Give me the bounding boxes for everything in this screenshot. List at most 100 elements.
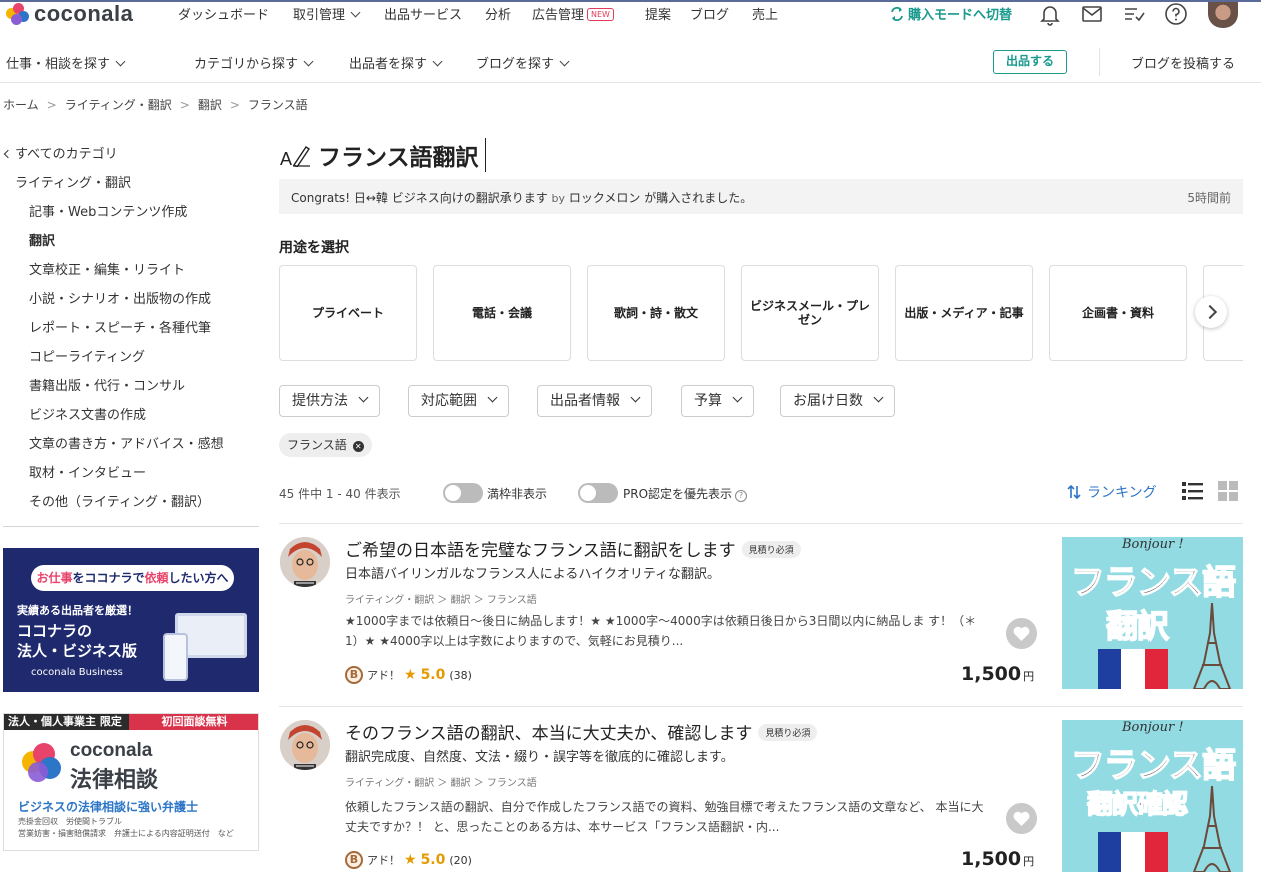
- carousel-next-button[interactable]: [1195, 296, 1227, 328]
- sidebar-item-web-content[interactable]: 記事・Webコンテンツ作成: [29, 201, 224, 230]
- pro-priority-toggle[interactable]: [578, 483, 618, 503]
- sidebar-item-report[interactable]: レポート・スピーチ・各種代筆: [29, 317, 224, 346]
- rank-badge: B: [345, 666, 363, 684]
- sidebar-item-interview[interactable]: 取材・インタビュー: [29, 462, 224, 491]
- nav-dashboard[interactable]: ダッシュボード: [178, 4, 269, 23]
- listing-title[interactable]: そのフランス語の翻訳、本当に大丈夫か、確認します 見積り必須: [345, 719, 818, 744]
- nav-sales[interactable]: 売上: [752, 4, 778, 23]
- nav-transactions-label: 取引管理: [293, 8, 346, 23]
- chevron-down-icon: [432, 56, 443, 67]
- hide-full-toggle[interactable]: [443, 483, 483, 503]
- eiffel-tower-icon: [1192, 603, 1232, 689]
- seller-avatar[interactable]: [280, 720, 330, 770]
- notification-service[interactable]: 日↔韓 ビジネス向けの翻訳承ります: [354, 191, 548, 205]
- all-categories-link[interactable]: すべてのカテゴリ: [3, 143, 118, 162]
- nav-services[interactable]: 出品サービス: [384, 4, 462, 23]
- subnav-find-sellers[interactable]: 出品者を探す: [349, 53, 443, 72]
- brand-logo[interactable]: coconala: [6, 1, 133, 26]
- listing-category: ライティング・翻訳 ＞ 翻訳 ＞ フランス語: [345, 595, 537, 606]
- breadcrumb-separator: >: [229, 98, 240, 112]
- sidebar-item-translation[interactable]: 翻訳: [29, 230, 224, 259]
- thumb-greeting: Bonjour !: [1122, 720, 1184, 735]
- chevron-down-icon: [559, 56, 570, 67]
- purpose-card-private[interactable]: プライベート: [279, 265, 417, 361]
- purpose-card-business-mail[interactable]: ビジネスメール・プレゼン: [741, 265, 879, 361]
- checklist-icon[interactable]: [1122, 2, 1146, 26]
- review-count: (20): [449, 853, 472, 867]
- nav-blog[interactable]: ブログ: [690, 4, 729, 23]
- listing-title[interactable]: ご希望の日本語を完璧なフランス語に翻訳をします 見積り必須: [345, 536, 801, 561]
- price-value: 1,500: [961, 848, 1022, 870]
- chevron-down-icon: [630, 392, 641, 403]
- quote-required-badge: 見積り必須: [758, 724, 818, 741]
- banner-bubble-c: 依頼: [144, 571, 169, 585]
- banner-line1: 実績ある出品者を厳選！: [17, 604, 138, 617]
- sidebar-parent-category[interactable]: ライティング・翻訳: [15, 172, 131, 191]
- divider: [1099, 48, 1100, 76]
- purpose-card-phone-meeting[interactable]: 電話・会議: [433, 265, 571, 361]
- result-count: 45 件中 1 - 40 件表示: [279, 487, 401, 501]
- bell-icon[interactable]: [1038, 2, 1062, 26]
- star-icon: ★: [404, 852, 417, 868]
- subnav-find-work[interactable]: 仕事・相談を探す: [6, 53, 126, 72]
- sidebar-item-novel[interactable]: 小説・シナリオ・出版物の作成: [29, 288, 224, 317]
- filter-seller-info[interactable]: 出品者情報: [537, 385, 652, 417]
- favorite-heart-icon[interactable]: [1006, 803, 1037, 834]
- help-icon[interactable]: [1164, 2, 1188, 26]
- sidebar-item-proofreading[interactable]: 文章校正・編集・リライト: [29, 259, 224, 288]
- sell-button[interactable]: 出品する: [993, 50, 1067, 74]
- purpose-card-lyrics[interactable]: 歌詞・詩・散文: [587, 265, 725, 361]
- favorite-heart-icon[interactable]: [1006, 618, 1037, 649]
- list-view-icon[interactable]: [1182, 481, 1203, 501]
- close-icon[interactable]: ✕: [352, 441, 364, 452]
- help-icon[interactable]: ?: [735, 490, 748, 502]
- listing-title-text: そのフランス語の翻訳、本当に大丈夫か、確認します: [345, 724, 753, 744]
- legal-banner[interactable]: 法人・個人事業主 限定 初回面談無料 coconala 法律相談 ビジネスの法律…: [3, 713, 259, 851]
- seller-avatar[interactable]: [280, 537, 330, 587]
- top-navbar: coconala ダッシュボード 取引管理 出品サービス 分析 広告管理 NEW …: [0, 0, 1261, 40]
- price-unit: 円: [1023, 855, 1035, 868]
- subnav-by-category[interactable]: カテゴリから探す: [194, 53, 314, 72]
- mail-icon[interactable]: [1080, 2, 1104, 26]
- filter-label: 出品者情報: [550, 393, 620, 409]
- filter-budget[interactable]: 予算: [681, 385, 754, 417]
- sidebar-item-business-docs[interactable]: ビジネス文書の作成: [29, 404, 224, 433]
- sidebar-item-copywriting[interactable]: コピーライティング: [29, 346, 224, 375]
- filter-scope[interactable]: 対応範囲: [408, 385, 509, 417]
- listing-price: 1,500 円: [961, 848, 1034, 870]
- post-blog-link[interactable]: ブログを投稿する: [1131, 53, 1235, 72]
- filter-label: 提供方法: [292, 393, 348, 409]
- breadcrumb-translation[interactable]: 翻訳: [198, 98, 222, 112]
- chevron-down-icon: [303, 56, 314, 67]
- breadcrumb-home[interactable]: ホーム: [3, 98, 39, 112]
- grid-view-icon[interactable]: [1218, 481, 1238, 501]
- sidebar-item-other[interactable]: その他（ライティング・翻訳）: [29, 491, 224, 520]
- french-flag-icon: [1098, 649, 1168, 689]
- sidebar-item-publishing[interactable]: 書籍出版・代行・コンサル: [29, 375, 224, 404]
- price-unit: 円: [1023, 670, 1035, 683]
- svg-text:A: A: [280, 149, 292, 167]
- listing-thumbnail[interactable]: Bonjour ! フランス語 翻訳確認: [1062, 720, 1243, 872]
- nav-transactions[interactable]: 取引管理: [293, 4, 361, 23]
- banner-bubble: お仕事をココナラで依頼したい方へ: [31, 565, 234, 591]
- nav-ads[interactable]: 広告管理 NEW: [532, 4, 614, 23]
- rating-score: 5.0: [420, 852, 446, 868]
- nav-proposals[interactable]: 提案: [645, 4, 671, 23]
- switch-mode-link[interactable]: 購入モードへ切替: [890, 4, 1012, 23]
- ad-label: アド！: [367, 854, 400, 867]
- sort-ranking-button[interactable]: ランキング: [1066, 482, 1157, 502]
- business-banner[interactable]: お仕事をココナラで依頼したい方へ 実績ある出品者を厳選！ ココナラの 法人・ビジ…: [3, 548, 259, 692]
- rating-score: 5.0: [420, 667, 446, 683]
- banner-bubble-d: したい方へ: [168, 571, 229, 585]
- chevron-down-icon: [873, 392, 884, 403]
- nav-analytics[interactable]: 分析: [485, 4, 511, 23]
- sidebar-item-writing-advice[interactable]: 文章の書き方・アドバイス・感想: [29, 433, 224, 462]
- filter-delivery-method[interactable]: 提供方法: [279, 385, 380, 417]
- listing-thumbnail[interactable]: Bonjour ! フランス語 翻訳: [1062, 537, 1243, 689]
- filter-delivery-days[interactable]: お届け日数: [780, 385, 895, 417]
- subnav-find-blogs[interactable]: ブログを探す: [476, 53, 570, 72]
- purpose-card-proposal[interactable]: 企画書・資料: [1049, 265, 1187, 361]
- purpose-card-publishing[interactable]: 出版・メディア・記事: [895, 265, 1033, 361]
- breadcrumb-writing[interactable]: ライティング・翻訳: [65, 98, 172, 112]
- user-avatar[interactable]: [1208, 2, 1238, 28]
